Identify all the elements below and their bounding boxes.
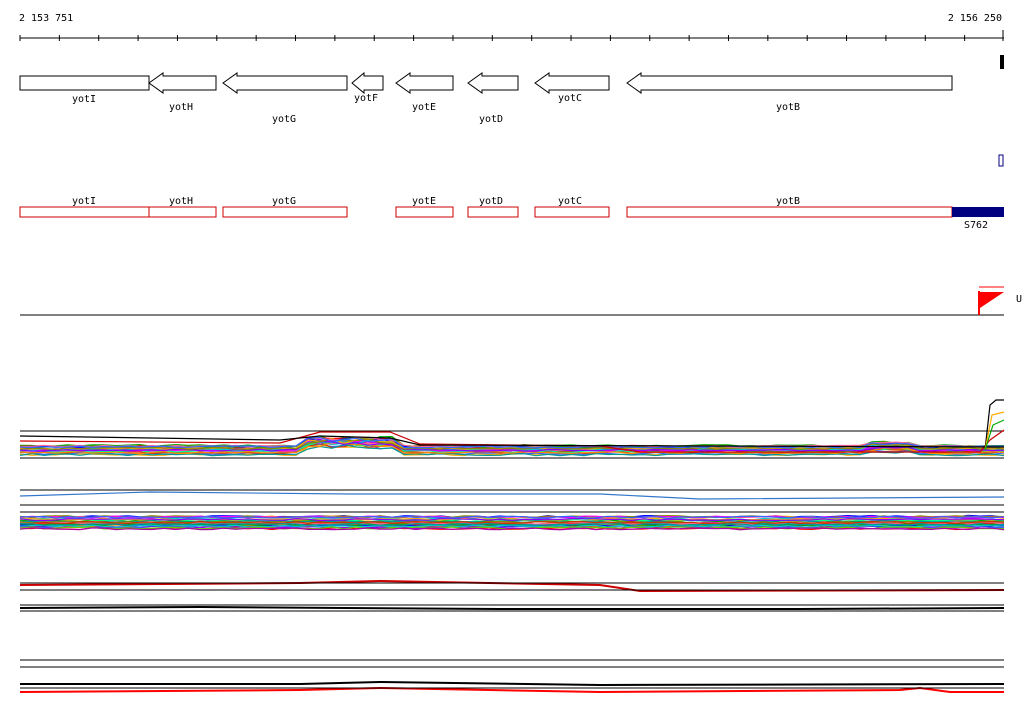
- cds-track: yotI yotH yotG yotE yotD yotC yotB S762: [19, 196, 1004, 231]
- gene-label-yotI: yotI: [72, 94, 96, 105]
- gene-label-yotF: yotF: [354, 93, 378, 104]
- cds-box-yotC[interactable]: [534, 206, 610, 218]
- gene-label-yotC: yotC: [558, 93, 582, 104]
- ruler-ticks: [19, 30, 1004, 41]
- tracks-canvas: yotI yotH yotG yotF yotE yotD yotC yotB …: [19, 30, 1022, 694]
- cds-label-yotD: yotD: [479, 196, 503, 207]
- gene-label-yotG: yotG: [272, 114, 296, 125]
- cds-label-yotI: yotI: [72, 196, 96, 207]
- cds-label-yotC: yotC: [558, 196, 582, 207]
- gene-arrow-yotG[interactable]: [222, 72, 348, 94]
- track4-black-line: [19, 605, 1005, 610]
- coordinate-ruler: [19, 30, 1004, 41]
- feature-label-s762: S762: [964, 220, 988, 231]
- cds-box-yotD[interactable]: [467, 206, 519, 218]
- feature-marker-right: [1000, 55, 1004, 69]
- flag-icon[interactable]: [980, 292, 1004, 308]
- track5-black-line: [20, 680, 1005, 687]
- gene-arrow-yotE[interactable]: [395, 72, 454, 94]
- gene-arrow-yotB[interactable]: [626, 72, 953, 94]
- expression-tracks: [19, 399, 1005, 694]
- gene-arrow-yotH[interactable]: [148, 72, 217, 94]
- gene-label-yotH: yotH: [169, 102, 193, 113]
- cds-label-yotE: yotE: [412, 196, 436, 207]
- gene-label-yotD: yotD: [479, 114, 503, 125]
- cds-box-yotE[interactable]: [395, 206, 454, 218]
- feature-marker-small: [998, 154, 1004, 167]
- gene-arrow-yotI[interactable]: [19, 75, 150, 91]
- cds-box-yotG[interactable]: [222, 206, 348, 218]
- feature-block-s762[interactable]: [952, 207, 1004, 217]
- gene-arrow-track: yotI yotH yotG yotF yotE yotD yotC yotB: [19, 55, 1004, 167]
- flag-track: U: [20, 286, 1022, 316]
- gene-label-yotB: yotB: [776, 102, 800, 113]
- gene-label-yotE: yotE: [412, 102, 436, 113]
- gene-arrow-yotD[interactable]: [467, 72, 519, 94]
- track2-blue-line: [19, 491, 1005, 500]
- flag-label: U: [1016, 294, 1022, 305]
- cds-label-yotB: yotB: [776, 196, 800, 207]
- track5-red-line: [19, 686, 1004, 694]
- cds-label-yotG: yotG: [272, 196, 296, 207]
- cds-box-yotB[interactable]: [626, 206, 953, 218]
- gene-arrow-yotC[interactable]: [534, 72, 610, 94]
- cds-label-yotH: yotH: [169, 196, 193, 207]
- gene-arrow-yotF[interactable]: [351, 71, 384, 95]
- cds-box-yotH[interactable]: [148, 206, 217, 218]
- cds-box-yotI[interactable]: [19, 206, 150, 218]
- genome-browser-view: 2 153 751 2 156 250 yotI yotH yotG yotF …: [0, 0, 1024, 714]
